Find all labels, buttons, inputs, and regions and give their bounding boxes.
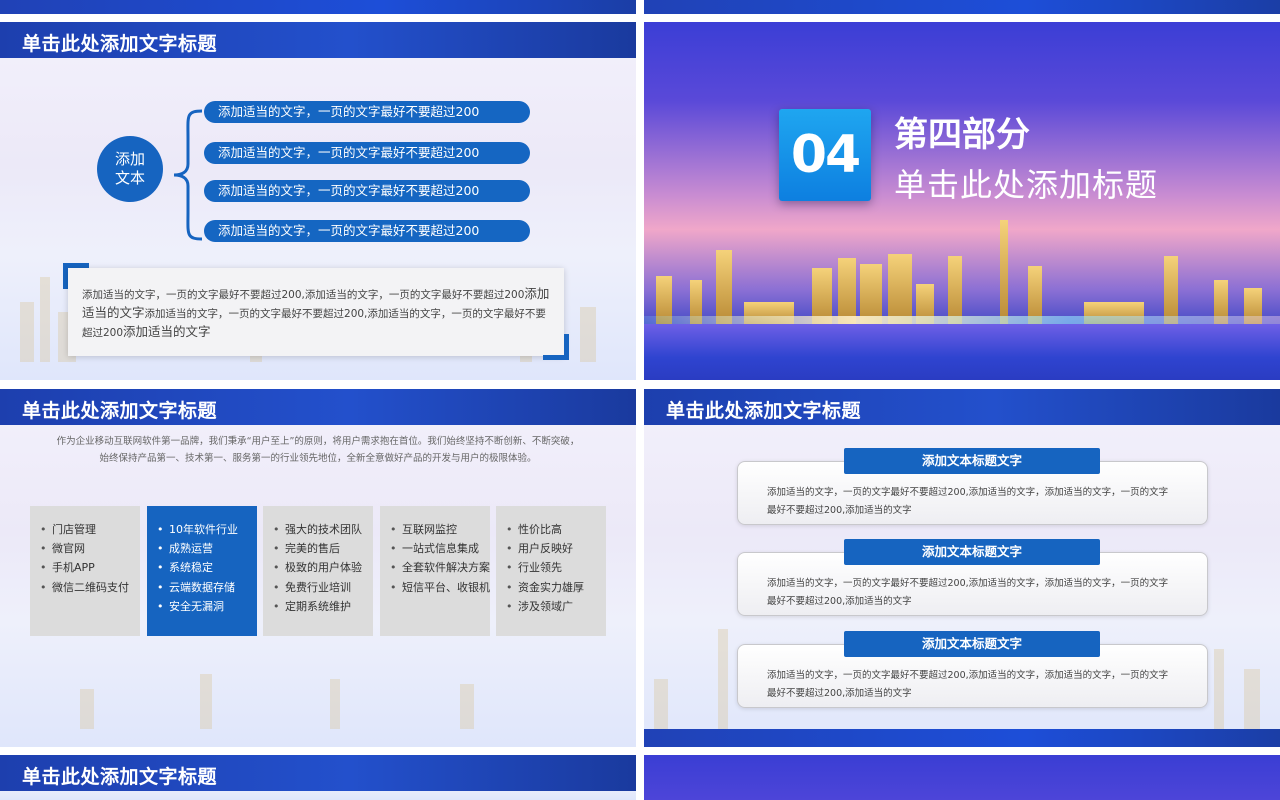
feature-item: 一站式信息集成 [390,539,490,558]
feature-item: 微信二维码支付 [40,578,140,597]
slide-thumbnail-3[interactable]: 单击此处添加文字标题 作为企业移动互联网软件第一品牌，我们秉承“用户至上”的原则… [0,389,636,747]
feature-column: 强大的技术团队 完美的售后 极致的用户体验 免费行业培训 定期系统维护 [263,506,373,636]
feature-item: 行业领先 [506,558,606,577]
corner-bracket-bottom-right [543,334,569,360]
slide-title: 单击此处添加文字标题 [666,400,862,422]
city-skyline-image [644,210,1280,380]
circle-label-line1: 添加 [114,150,145,168]
slide-title: 单击此处添加文字标题 [22,400,218,422]
feature-item: 涉及领域广 [506,597,606,616]
bullet-pill: 添加适当的文字，一页的文字最好不要超过200 [204,180,530,202]
feature-item: 资金实力雄厚 [506,578,606,597]
feature-item: 性价比高 [506,520,606,539]
text-box-part: 添加适当的文字，一页的文字最好不要超过200,添加适当的文字，一页的文字最好不要… [82,289,525,301]
feature-column: 性价比高 用户反映好 行业领先 资金实力雄厚 涉及领域广 [496,506,606,636]
section-subtitle: 单击此处添加标题 [894,166,1159,204]
card-text-line: 添加适当的文字，一页的文字最好不要超过200,添加适当的文字，添加适当的文字，一… [767,670,1169,681]
card-title: 添加文本标题文字 [844,539,1100,565]
feature-item: 系统稳定 [157,558,257,577]
slide-title-bar: 单击此处添加文字标题 [0,755,636,791]
intro-paragraph: 作为企业移动互联网软件第一品牌，我们秉承“用户至上”的原则，将用户需求抱在首位。… [40,433,596,467]
section-title: 第四部分 [894,115,1030,155]
feature-item: 免费行业培训 [273,578,373,597]
feature-item: 云端数据存储 [157,578,257,597]
feature-item: 全套软件解决方案 [390,558,490,577]
card-text-line: 最好不要超过200,添加适当的文字 [767,596,912,607]
feature-item: 门店管理 [40,520,140,539]
slide-title-bar: 单击此处添加文字标题 [0,389,636,425]
brace-connector [173,109,203,241]
slide-top-left-strip[interactable] [0,0,636,14]
feature-column: 门店管理 微官网 手机APP 微信二维码支付 [30,506,140,636]
card-text-line: 添加适当的文字，一页的文字最好不要超过200,添加适当的文字，添加适当的文字，一… [767,487,1169,498]
text-box-part: 添加适当的文字 [123,324,211,339]
circle-label: 添加 文本 [97,136,163,202]
feature-item: 极致的用户体验 [273,558,373,577]
card-text-line: 最好不要超过200,添加适当的文字 [767,688,912,699]
feature-item: 手机APP [40,558,140,577]
slide-thumbnail-6[interactable] [644,755,1280,800]
feature-column-highlighted: 10年软件行业 成熟运营 系统稳定 云端数据存储 安全无漏洞 [147,506,257,636]
feature-item: 成熟运营 [157,539,257,558]
feature-item: 安全无漏洞 [157,597,257,616]
bullet-pill: 添加适当的文字，一页的文字最好不要超过200 [204,220,530,242]
slide-title-bar: 单击此处添加文字标题 [0,22,636,58]
feature-item: 10年软件行业 [157,520,257,539]
feature-item: 用户反映好 [506,539,606,558]
circle-label-line2: 文本 [114,169,145,187]
slide-title: 单击此处添加文字标题 [22,766,218,788]
bullet-pill: 添加适当的文字，一页的文字最好不要超过200 [204,101,530,123]
card-text-line: 添加适当的文字，一页的文字最好不要超过200,添加适当的文字，添加适当的文字，一… [767,578,1169,589]
bullet-pill: 添加适当的文字，一页的文字最好不要超过200 [204,142,530,164]
card-title: 添加文本标题文字 [844,448,1100,474]
intro-line: 始终保持产品第一、技术第一、服务第一的行业领先地位，全新全意做好产品的开发与用户… [99,453,537,464]
intro-line: 作为企业移动互联网软件第一品牌，我们秉承“用户至上”的原则，将用户需求抱在首位。… [56,436,580,447]
text-box: 添加适当的文字，一页的文字最好不要超过200,添加适当的文字，一页的文字最好不要… [68,268,564,356]
slide-title-bar: 单击此处添加文字标题 [644,389,1280,425]
card-title: 添加文本标题文字 [844,631,1100,657]
feature-item: 定期系统维护 [273,597,373,616]
feature-column: 互联网监控 一站式信息集成 全套软件解决方案 短信平台、收银机 [380,506,490,636]
feature-item: 强大的技术团队 [273,520,373,539]
feature-item: 短信平台、收银机 [390,578,490,597]
slide-title: 单击此处添加文字标题 [22,33,218,55]
slide-thumbnail-5[interactable]: 单击此处添加文字标题 [0,755,636,800]
feature-item: 完美的售后 [273,539,373,558]
feature-item: 互联网监控 [390,520,490,539]
feature-item: 微官网 [40,539,140,558]
slide-top-right-strip[interactable] [644,0,1280,14]
card-text-line: 最好不要超过200,添加适当的文字 [767,505,912,516]
section-number-box: 04 [779,109,871,201]
